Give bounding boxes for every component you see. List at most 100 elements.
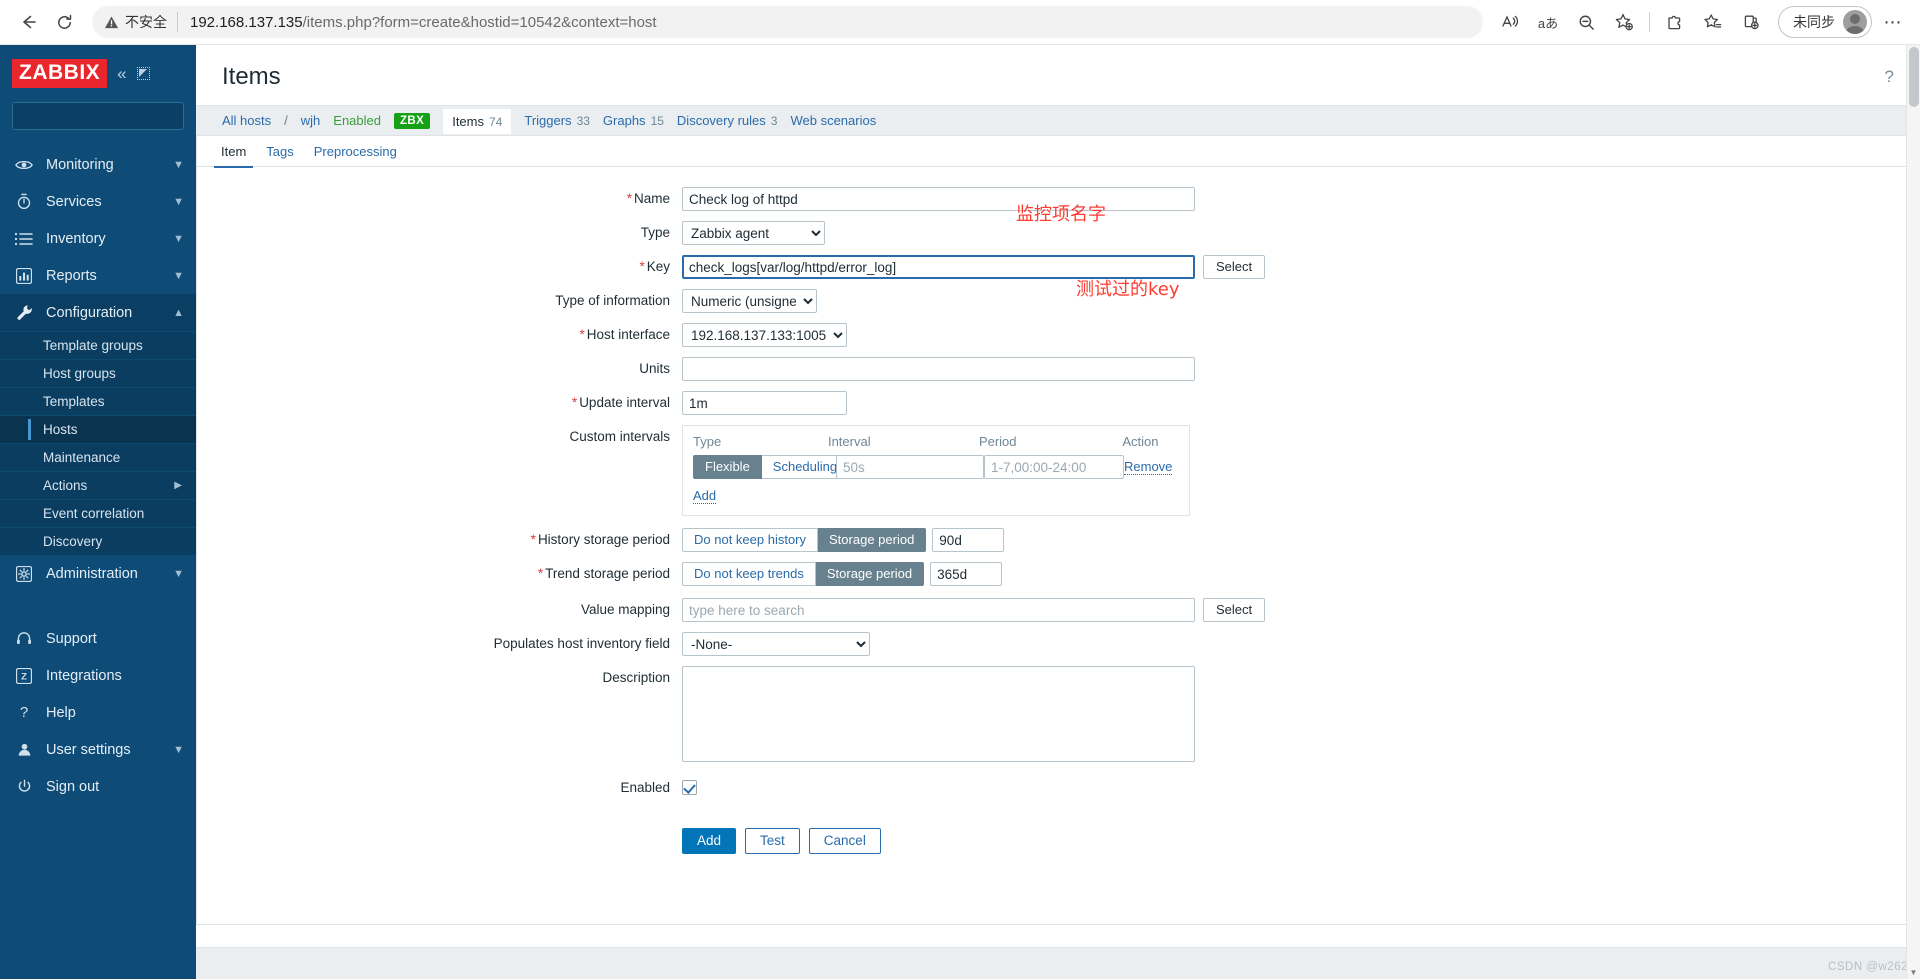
label-text: Host interface: [586, 327, 670, 342]
read-aloud-icon[interactable]: [1493, 5, 1527, 39]
back-arrow-icon[interactable]: [10, 4, 46, 40]
sidebar-item-label: Sign out: [46, 778, 100, 795]
url-host: 192.168.137.135: [190, 13, 303, 31]
breadcrumb-host[interactable]: wjh: [301, 113, 321, 128]
do-not-keep-history-option[interactable]: Do not keep history: [682, 528, 819, 552]
zbx-agent-badge[interactable]: ZBX: [394, 112, 431, 129]
column-header-action: Action: [1122, 434, 1159, 449]
security-warning[interactable]: 不安全: [104, 12, 178, 32]
sidebar-item-maintenance[interactable]: Maintenance: [0, 443, 196, 471]
more-options-icon[interactable]: ⋯: [1876, 5, 1910, 39]
name-input[interactable]: [682, 187, 1195, 211]
breadcrumb-tab-graphs[interactable]: Graphs 15: [603, 113, 664, 128]
value-mapping-input[interactable]: [682, 598, 1195, 622]
sidebar-item-host-groups[interactable]: Host groups: [0, 359, 196, 387]
reload-icon[interactable]: [46, 4, 82, 40]
sidebar-item-templates[interactable]: Templates: [0, 387, 196, 415]
sidebar-item-monitoring[interactable]: Monitoring ▼: [0, 146, 196, 183]
flexible-option[interactable]: Flexible: [693, 455, 762, 479]
favorites-icon[interactable]: [1696, 5, 1730, 39]
sidebar-item-help[interactable]: ? Help: [0, 694, 196, 731]
trend-storage-period-option[interactable]: Storage period: [815, 562, 925, 586]
address-bar[interactable]: 不安全 192.168.137.135/items.php?form=creat…: [92, 6, 1483, 38]
sidebar-search[interactable]: [12, 102, 196, 130]
sidebar-item-label: User settings: [46, 741, 131, 758]
extensions-icon[interactable]: [1658, 5, 1692, 39]
chevron-down-icon: ▼: [173, 195, 184, 208]
breadcrumb-tab-items[interactable]: Items 74: [443, 109, 512, 134]
sidebar-item-integrations[interactable]: Z Integrations: [0, 657, 196, 694]
sidebar-item-reports[interactable]: Reports ▼: [0, 257, 196, 294]
zoom-out-icon[interactable]: [1569, 5, 1603, 39]
tab-item[interactable]: Item: [211, 136, 256, 168]
breadcrumb-tab-web-scenarios[interactable]: Web scenarios: [790, 113, 876, 128]
type-of-information-select[interactable]: Numeric (unsigned): [682, 289, 817, 313]
sidebar-item-user-settings[interactable]: User settings ▼: [0, 731, 196, 768]
sidebar-item-sign-out[interactable]: Sign out: [0, 768, 196, 805]
label-value-mapping: Value mapping: [197, 598, 682, 622]
translate-icon[interactable]: aあ: [1531, 5, 1565, 39]
profile-sync-pill[interactable]: 未同步: [1778, 6, 1872, 38]
sidebar-item-discovery[interactable]: Discovery: [0, 527, 196, 555]
cancel-button[interactable]: Cancel: [808, 828, 881, 854]
sidebar-item-configuration[interactable]: Configuration ▲: [0, 294, 196, 331]
vertical-scrollbar[interactable]: ▲ ▼: [1906, 45, 1920, 979]
chevron-right-icon: ▶: [174, 480, 182, 491]
tab-tags[interactable]: Tags: [256, 136, 303, 167]
field-row-enabled: Enabled: [197, 776, 1919, 800]
sidebar-item-label: Services: [46, 193, 102, 210]
wrench-icon: [14, 304, 34, 321]
interval-input[interactable]: [836, 455, 984, 479]
trend-storage-period-input[interactable]: [930, 562, 1003, 586]
key-select-button[interactable]: Select: [1203, 255, 1266, 279]
sidebar-item-support[interactable]: Support: [0, 620, 196, 657]
enabled-checkbox[interactable]: [682, 780, 697, 795]
test-button[interactable]: Test: [745, 828, 800, 854]
value-mapping-select-button[interactable]: Select: [1203, 598, 1266, 622]
sub-item-label: Maintenance: [43, 450, 121, 465]
search-input[interactable]: [21, 107, 196, 125]
zabbix-z-icon: Z: [14, 667, 34, 684]
zabbix-logo[interactable]: ZABBIX: [12, 59, 108, 88]
sidebar-item-inventory[interactable]: Inventory ▼: [0, 220, 196, 257]
host-interface-select[interactable]: 192.168.137.133:10050: [682, 323, 847, 347]
host-status[interactable]: Enabled: [333, 113, 381, 128]
field-row-description: Description: [197, 666, 1919, 762]
sidebar-item-services[interactable]: Services ▼: [0, 183, 196, 220]
help-icon[interactable]: ?: [1885, 67, 1894, 87]
sidebar-item-administration[interactable]: Administration ▼: [0, 555, 196, 592]
period-input[interactable]: [984, 455, 1124, 479]
sub-item-label: Host groups: [43, 366, 116, 381]
type-select[interactable]: Zabbix agent: [682, 221, 825, 245]
annotation-key: 测试过的key: [1076, 279, 1180, 300]
breadcrumb-tab-discovery-rules[interactable]: Discovery rules 3: [677, 113, 778, 128]
update-interval-input[interactable]: [682, 391, 847, 415]
collapse-sidebar-icon[interactable]: «: [117, 64, 126, 84]
remove-interval-link[interactable]: Remove: [1124, 459, 1173, 475]
svg-text:Z: Z: [21, 671, 27, 682]
do-not-keep-trends-option[interactable]: Do not keep trends: [682, 562, 816, 586]
sidebar-item-actions[interactable]: Actions ▶: [0, 471, 196, 499]
scrollbar-thumb[interactable]: [1909, 47, 1919, 107]
breadcrumb-all-hosts[interactable]: All hosts: [222, 113, 271, 128]
field-row-units: Units: [197, 357, 1919, 381]
add-interval-link[interactable]: Add: [693, 488, 717, 504]
sidebar-item-event-correlation[interactable]: Event correlation: [0, 499, 196, 527]
history-storage-period-option[interactable]: Storage period: [818, 528, 927, 552]
scroll-down-arrow[interactable]: ▼: [1907, 965, 1920, 979]
compact-view-icon[interactable]: [136, 67, 150, 80]
description-textarea[interactable]: [682, 666, 1195, 762]
add-button[interactable]: Add: [682, 828, 737, 854]
collections-icon[interactable]: [1734, 5, 1768, 39]
url-text[interactable]: 192.168.137.135/items.php?form=create&ho…: [190, 14, 657, 31]
sidebar-item-hosts[interactable]: Hosts: [0, 415, 196, 443]
required-marker: *: [579, 327, 585, 342]
sidebar-item-template-groups[interactable]: Template groups: [0, 331, 196, 359]
label-text: Enabled: [620, 780, 670, 795]
populates-host-inventory-field-select[interactable]: -None-: [682, 632, 870, 656]
tab-preprocessing[interactable]: Preprocessing: [304, 136, 407, 167]
add-favorite-icon[interactable]: [1607, 5, 1641, 39]
breadcrumb-tab-triggers[interactable]: Triggers 33: [524, 113, 590, 128]
history-storage-period-input[interactable]: [932, 528, 1005, 552]
units-input[interactable]: [682, 357, 1195, 381]
